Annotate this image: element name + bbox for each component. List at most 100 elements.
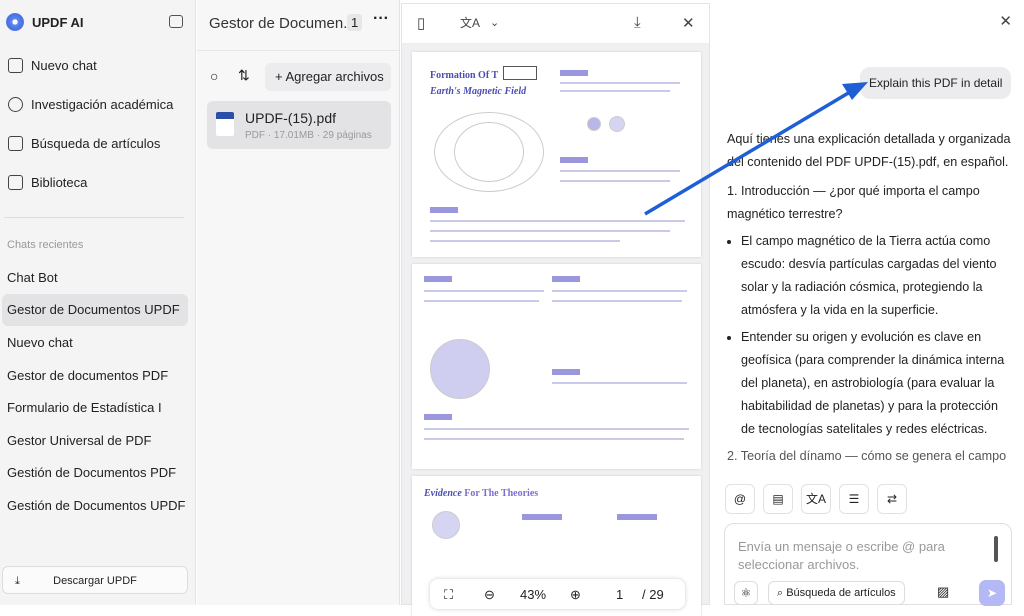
collapse-sidebar-icon[interactable]	[169, 15, 183, 28]
file-name: UPDF-(15).pdf	[245, 110, 337, 126]
page-title: Formation Of T	[430, 70, 499, 81]
close-icon[interactable]: ✕	[682, 14, 695, 32]
user-message: Explain this PDF in detail	[860, 67, 1012, 99]
text-line	[560, 180, 670, 182]
zoom-out-icon[interactable]: ⊖	[484, 587, 495, 603]
scrollbar[interactable]	[994, 536, 998, 562]
library-icon	[8, 175, 23, 190]
article-search-label: Búsqueda de artículos	[786, 587, 896, 599]
pdf-page-1: Formation Of T Earth's Magnetic Field	[412, 52, 701, 257]
nav-new-chat[interactable]: Nuevo chat	[8, 58, 97, 73]
nav-academic-research[interactable]: Investigación académica	[8, 97, 173, 112]
fit-page-icon[interactable]: ⛶	[444, 587, 453, 603]
section-tag	[552, 369, 580, 375]
recent-chat-item[interactable]: Gestor de Documentos UPDF	[2, 294, 188, 326]
download-updf-button[interactable]: ⤓ Descargar UPDF	[2, 566, 188, 594]
section-tag	[522, 514, 562, 520]
outline-icon[interactable]: ☰	[839, 484, 869, 514]
text-line	[430, 220, 685, 222]
text-line	[560, 90, 670, 92]
section-tag	[430, 207, 458, 213]
input-placeholder: Envía un mensaje o escribe @ para selecc…	[738, 539, 945, 572]
title-part: For The Theories	[464, 488, 539, 499]
search-icon[interactable]: ○	[210, 68, 218, 84]
chevron-down-icon[interactable]: ⌄	[490, 16, 499, 29]
chat-input[interactable]: Envía un mensaje o escribe @ para selecc…	[724, 523, 1012, 606]
add-files-button[interactable]: + Agregar archivos	[265, 63, 391, 91]
assistant-response: Aquí tienes una explicación detallada y …	[727, 128, 1015, 474]
file-meta: PDF · 17.01MB · 29 páginas	[245, 130, 372, 141]
download-icon[interactable]: ⤓	[634, 14, 641, 31]
title-part: Evidence	[424, 488, 462, 499]
section-tag	[424, 276, 452, 282]
planet-icon	[587, 117, 601, 131]
text-line	[552, 290, 687, 292]
text-line	[430, 240, 620, 242]
response-bullet: El campo magnético de la Tierra actúa co…	[741, 230, 1015, 322]
section-tag	[617, 514, 657, 520]
plus-icon: +	[275, 69, 286, 84]
translate-icon[interactable]: 文A	[460, 14, 480, 31]
divider	[4, 217, 184, 218]
text-line	[424, 438, 684, 440]
section-tag	[560, 70, 588, 76]
field-line	[454, 122, 524, 182]
send-button[interactable]: ➤	[979, 580, 1005, 606]
close-icon[interactable]: ✕	[999, 12, 1012, 30]
sidebar: UPDF AI Nuevo chat Investigación académi…	[0, 0, 196, 605]
download-label: Descargar UPDF	[53, 575, 137, 587]
app-logo: UPDF AI	[6, 13, 84, 31]
nav-label: Investigación académica	[31, 97, 174, 112]
page-title: Evidence For The Theories	[424, 488, 538, 499]
app-name: UPDF AI	[32, 14, 84, 30]
translate-icon[interactable]: 文A	[801, 484, 831, 514]
article-search-button[interactable]: ⌕ Búsqueda de artículos	[768, 581, 905, 605]
section-tag	[424, 414, 452, 420]
mention-icon[interactable]: @	[725, 484, 755, 514]
page-input[interactable]: 1	[616, 587, 623, 602]
text-line	[424, 428, 689, 430]
sort-icon[interactable]: ⇅	[238, 67, 250, 84]
earth-layers-diagram	[430, 339, 490, 399]
nav-article-search[interactable]: Búsqueda de artículos	[8, 136, 160, 151]
divider	[197, 50, 400, 51]
response-bullet: Entender su origen y evolución es clave …	[741, 326, 1015, 441]
zoom-in-icon[interactable]: ⊕	[570, 587, 581, 603]
recent-chat-item[interactable]: Gestor de documentos PDF	[2, 360, 188, 392]
panel-title: Gestor de Documen...	[209, 15, 356, 32]
convert-icon[interactable]: ⇄	[877, 484, 907, 514]
recent-chat-item[interactable]: Nuevo chat	[2, 327, 188, 359]
nav-library[interactable]: Biblioteca	[8, 175, 87, 190]
sidebar-toggle-icon[interactable]: ▯	[417, 14, 425, 32]
nav-label: Biblioteca	[31, 175, 88, 190]
model-icon[interactable]: ⚛	[734, 581, 758, 605]
zoom-level[interactable]: 43%	[520, 587, 546, 602]
response-intro: Aquí tienes una explicación detallada y …	[727, 132, 1011, 169]
recent-chat-item[interactable]: Gestor Universal de PDF	[2, 425, 188, 457]
text-line	[552, 300, 682, 302]
text-line	[560, 82, 680, 84]
recent-chat-item[interactable]: Chat Bot	[2, 262, 188, 294]
recent-chat-item[interactable]: Gestión de Documentos UPDF	[2, 490, 188, 522]
text-line	[560, 170, 680, 172]
document-manager-panel: Gestor de Documen... 1 ··· ○ ⇅ + Agregar…	[197, 0, 400, 605]
recent-chat-item[interactable]: Formulario de Estadística I	[2, 392, 188, 424]
redaction-box	[503, 66, 537, 80]
search-doc-icon	[8, 136, 23, 151]
search-doc-icon: ⌕	[777, 587, 787, 599]
diagram	[432, 511, 460, 539]
image-upload-icon[interactable]: ▨	[937, 584, 949, 600]
more-icon[interactable]: ···	[373, 10, 389, 28]
edit-icon	[8, 58, 23, 73]
planet-icon	[609, 116, 625, 132]
section-tag	[560, 157, 588, 163]
text-line	[424, 290, 544, 292]
add-files-label: Agregar archivos	[285, 69, 384, 84]
recent-chat-item[interactable]: Gestión de Documentos PDF	[2, 457, 188, 489]
prompt-icon[interactable]: ▤	[763, 484, 793, 514]
file-item[interactable]: UPDF-(15).pdf PDF · 17.01MB · 29 páginas	[207, 101, 391, 149]
section-tag	[552, 276, 580, 282]
nav-label: Nuevo chat	[31, 58, 97, 73]
text-line	[424, 300, 539, 302]
text-line	[430, 230, 670, 232]
